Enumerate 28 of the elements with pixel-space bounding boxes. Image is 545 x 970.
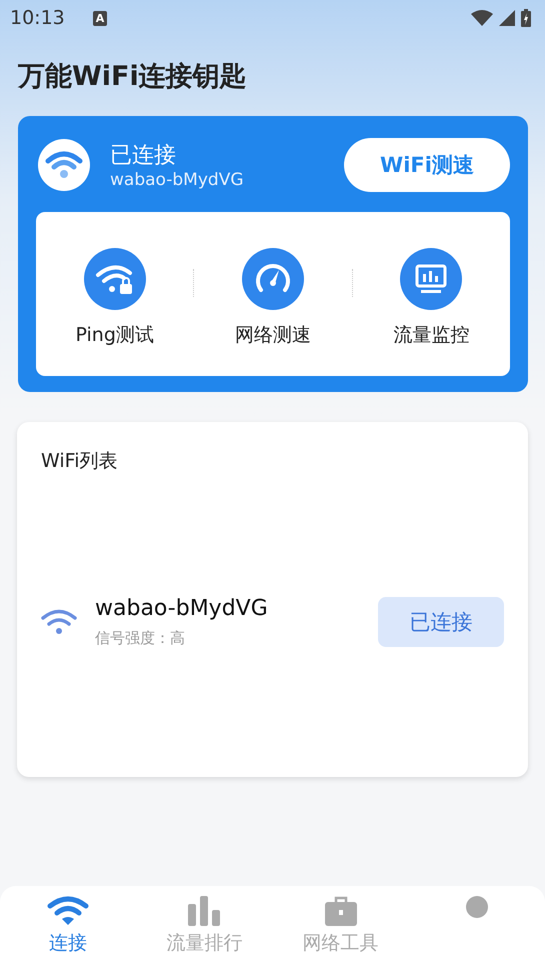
notification-badge: A	[92, 10, 108, 26]
wifi-icon	[38, 139, 90, 191]
monitor-chart-icon[interactable]	[400, 248, 462, 310]
section-title: WiFi列表	[41, 449, 118, 474]
battery-icon	[521, 9, 531, 27]
speed-test-button[interactable]: WiFi测速	[344, 138, 510, 192]
signal-strength: 信号强度：高	[95, 629, 186, 648]
circle-icon	[466, 896, 488, 918]
tool-label[interactable]: 网络测速	[234, 322, 311, 348]
cell-signal-icon	[499, 10, 515, 26]
nav-tab[interactable]: 连接	[0, 896, 136, 970]
network-name: wabao-bMydVG	[95, 596, 269, 621]
tool-label[interactable]: Ping测试	[75, 322, 154, 348]
wifi-signal-icon	[471, 10, 493, 26]
wifi-icon	[47, 896, 90, 926]
wifi-icon	[41, 608, 77, 636]
nav-tab[interactable]: 流量排行	[136, 896, 272, 970]
status-time: 10:13	[10, 7, 65, 29]
nav-tab[interactable]: 网络工具	[272, 896, 409, 970]
wifi-lock-icon[interactable]	[84, 248, 146, 310]
app-title: 万能WiFi连接钥匙	[16, 60, 248, 94]
speedometer-icon[interactable]	[242, 248, 304, 310]
connect-button[interactable]: 已连接	[378, 597, 504, 647]
tool-label[interactable]: 流量监控	[393, 322, 470, 348]
bar-chart-icon	[188, 896, 220, 926]
connection-status: 已连接	[110, 142, 177, 170]
briefcase-icon	[324, 896, 357, 926]
network-name: wabao-bMydVG	[110, 170, 244, 190]
